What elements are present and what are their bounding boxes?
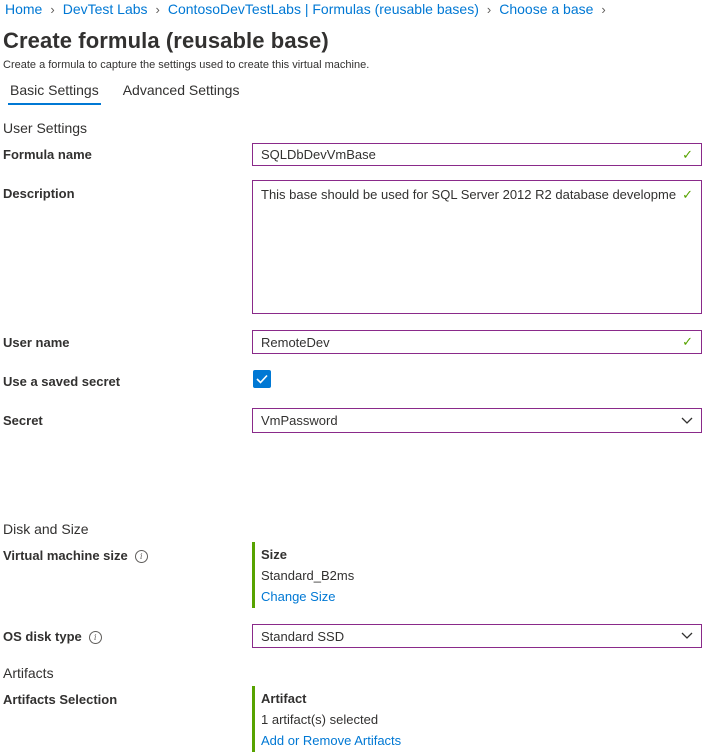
breadcrumb-formulas[interactable]: ContosoDevTestLabs | Formulas (reusable …	[168, 1, 479, 17]
breadcrumb-choose-base[interactable]: Choose a base	[499, 1, 593, 17]
tab-advanced-settings[interactable]: Advanced Settings	[113, 78, 250, 104]
vm-size-label-text: Virtual machine size	[3, 548, 128, 563]
chevron-down-icon	[681, 632, 693, 639]
os-disk-dropdown[interactable]: Standard SSD	[252, 624, 702, 648]
os-disk-label: OS disk type i	[3, 629, 102, 645]
info-icon[interactable]: i	[88, 631, 102, 645]
breadcrumb: Home › DevTest Labs › ContosoDevTestLabs…	[5, 1, 614, 17]
page-title: Create formula (reusable base)	[3, 28, 329, 53]
chevron-right-icon: ›	[50, 1, 55, 17]
tab-bar: Basic Settings Advanced Settings	[0, 78, 250, 105]
vm-size-value: Standard_B2ms	[261, 568, 355, 583]
artifacts-summary: Artifact 1 artifact(s) selected Add or R…	[252, 686, 401, 752]
tab-basic-settings[interactable]: Basic Settings	[0, 78, 109, 105]
secret-label: Secret	[3, 413, 43, 428]
section-artifacts: Artifacts	[3, 665, 54, 681]
chevron-down-icon	[681, 417, 693, 424]
checkmark-icon: ✓	[682, 334, 693, 349]
description-value: This base should be used for SQL Server …	[261, 187, 677, 202]
use-saved-secret-label: Use a saved secret	[3, 374, 121, 389]
change-size-link[interactable]: Change Size	[261, 589, 354, 604]
checkmark-icon: ✓	[682, 187, 693, 202]
chevron-right-icon: ›	[155, 1, 160, 17]
vm-size-label: Virtual machine size i	[3, 548, 148, 564]
description-label: Description	[3, 186, 75, 201]
user-name-label: User name	[3, 335, 70, 350]
artifacts-value: 1 artifact(s) selected	[261, 712, 379, 727]
checkmark-icon: ✓	[682, 146, 693, 162]
artifacts-heading: Artifact	[261, 691, 307, 706]
vm-size-heading: Size	[261, 547, 288, 562]
checkbox-checked-icon	[256, 374, 268, 384]
vm-size-summary: Size Standard_B2ms Change Size	[252, 542, 354, 608]
description-textarea[interactable]: This base should be used for SQL Server …	[252, 180, 702, 314]
secret-dropdown[interactable]: VmPassword	[252, 408, 702, 433]
section-disk-and-size: Disk and Size	[3, 521, 89, 537]
formula-name-value: SQLDbDevVmBase	[261, 147, 376, 162]
add-remove-artifacts-link[interactable]: Add or Remove Artifacts	[261, 733, 401, 748]
breadcrumb-home[interactable]: Home	[5, 1, 42, 17]
os-disk-label-text: OS disk type	[3, 629, 82, 644]
os-disk-value: Standard SSD	[261, 628, 345, 644]
use-saved-secret-checkbox[interactable]	[253, 370, 271, 388]
chevron-right-icon: ›	[486, 1, 492, 17]
chevron-right-icon: ›	[601, 1, 606, 17]
info-icon[interactable]: i	[134, 550, 148, 564]
breadcrumb-devtest-labs[interactable]: DevTest Labs	[63, 1, 148, 17]
formula-name-input[interactable]: SQLDbDevVmBase ✓	[252, 143, 702, 166]
secret-value: VmPassword	[261, 413, 338, 428]
artifacts-selection-label: Artifacts Selection	[3, 692, 118, 707]
user-name-value: RemoteDev	[261, 334, 330, 350]
section-user-settings: User Settings	[3, 120, 88, 136]
page-subtitle: Create a formula to capture the settings…	[3, 59, 370, 71]
user-name-input[interactable]: RemoteDev ✓	[252, 330, 702, 354]
formula-name-label: Formula name	[3, 147, 92, 162]
